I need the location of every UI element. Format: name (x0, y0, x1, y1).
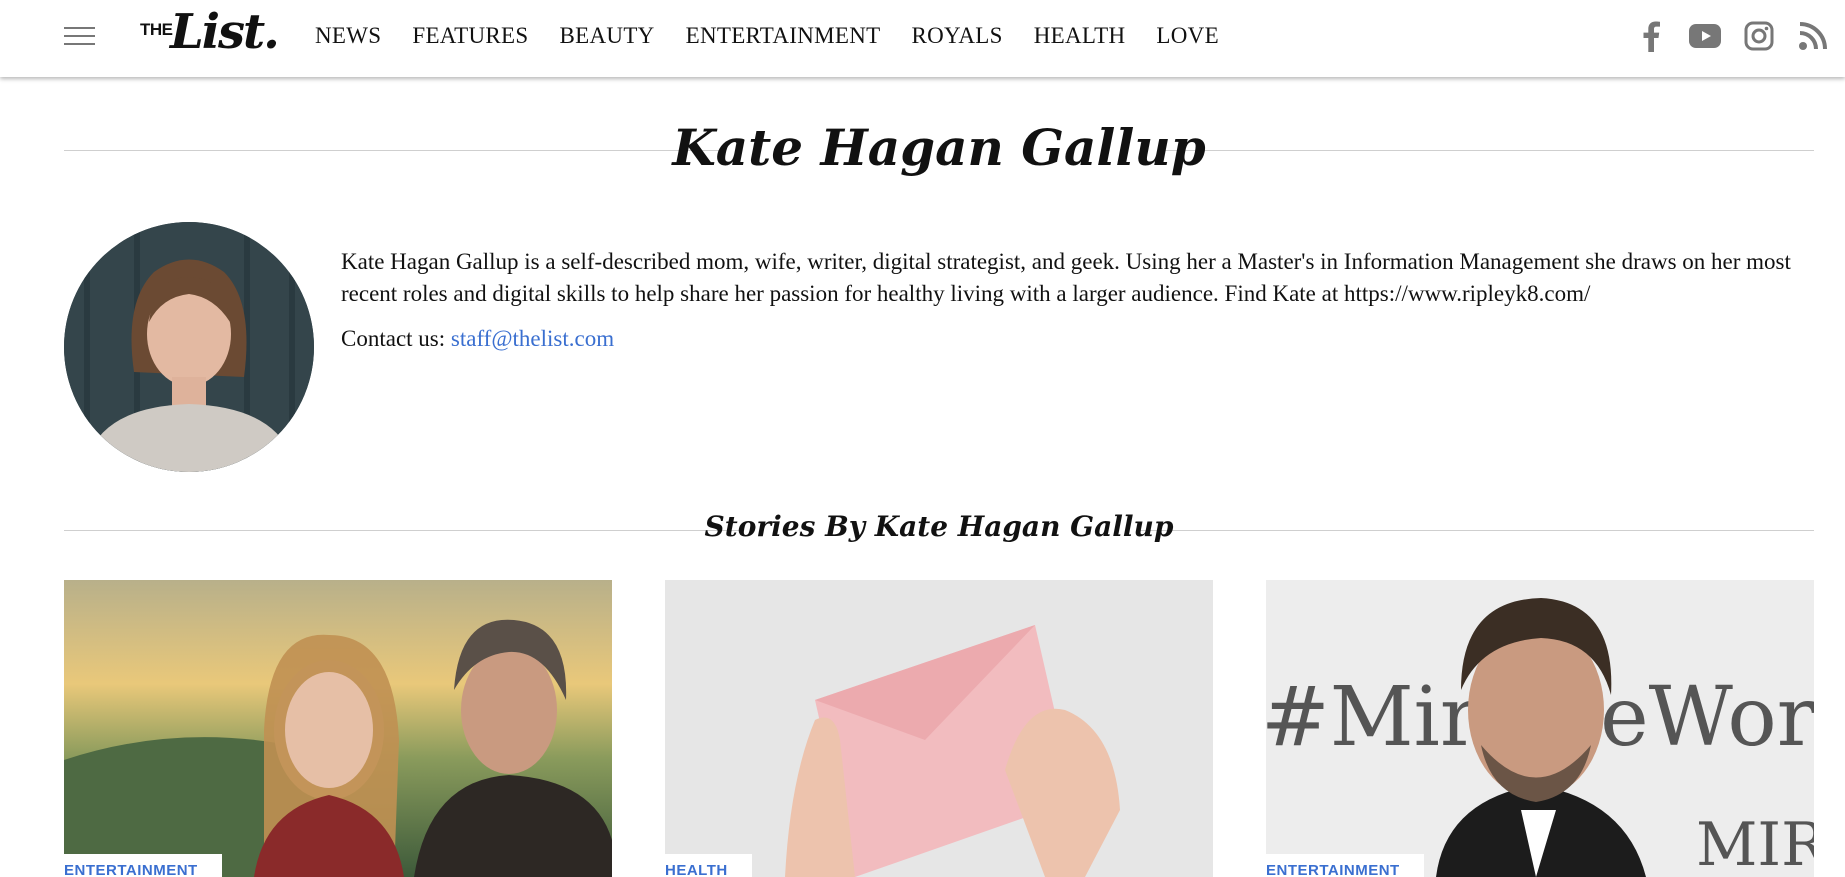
svg-text:MIR: MIR (1696, 810, 1814, 877)
instagram-icon[interactable] (1743, 20, 1775, 52)
site-logo[interactable]: THE List. (140, 4, 280, 65)
story-category-tag[interactable]: ENTERTAINMENT (64, 854, 222, 877)
facebook-icon[interactable] (1635, 20, 1667, 52)
story-card-2[interactable]: HEALTH (665, 580, 1213, 877)
hamburger-menu-icon[interactable] (64, 27, 95, 45)
stories-heading-row: Stories By Kate Hagan Gallup (64, 510, 1814, 550)
nav-news[interactable]: NEWS (315, 23, 381, 49)
story-card-1[interactable]: ENTERTAINMENT (64, 580, 612, 877)
nav-love[interactable]: LOVE (1156, 23, 1219, 49)
page-title: Kate Hagan Gallup (672, 118, 1206, 177)
contact-email-link[interactable]: staff@thelist.com (451, 326, 614, 351)
contact-line: Contact us: staff@thelist.com (341, 326, 614, 352)
rss-icon[interactable] (1797, 20, 1829, 52)
nav-health[interactable]: HEALTH (1034, 23, 1126, 49)
author-title-row: Kate Hagan Gallup (64, 118, 1814, 182)
nav-beauty[interactable]: BEAUTY (560, 23, 655, 49)
story-image-2 (665, 580, 1213, 877)
story-image-3: #MiracleWorkersHea MIR (1266, 580, 1814, 877)
author-bio: Kate Hagan Gallup is a self-described mo… (341, 249, 1791, 306)
story-image-1 (64, 580, 612, 877)
nav-royals[interactable]: ROYALS (911, 23, 1002, 49)
main-nav: NEWS FEATURES BEAUTY ENTERTAINMENT ROYAL… (315, 23, 1250, 49)
social-links (1635, 20, 1829, 52)
logo-the: THE (140, 20, 173, 39)
site-header: THE List. NEWS FEATURES BEAUTY ENTERTAIN… (0, 0, 1845, 77)
story-category-tag[interactable]: ENTERTAINMENT (1266, 854, 1424, 877)
story-card-3[interactable]: #MiracleWorkersHea MIR ENTERTAINMENT (1266, 580, 1814, 877)
logo-list: List. (170, 4, 280, 60)
nav-entertainment[interactable]: ENTERTAINMENT (686, 23, 881, 49)
stories-heading: Stories By Kate Hagan Gallup (704, 510, 1174, 543)
story-category-tag[interactable]: HEALTH (665, 854, 752, 877)
nav-features[interactable]: FEATURES (412, 23, 528, 49)
contact-label: Contact us: (341, 326, 446, 351)
avatar (64, 222, 314, 472)
youtube-icon[interactable] (1689, 20, 1721, 52)
